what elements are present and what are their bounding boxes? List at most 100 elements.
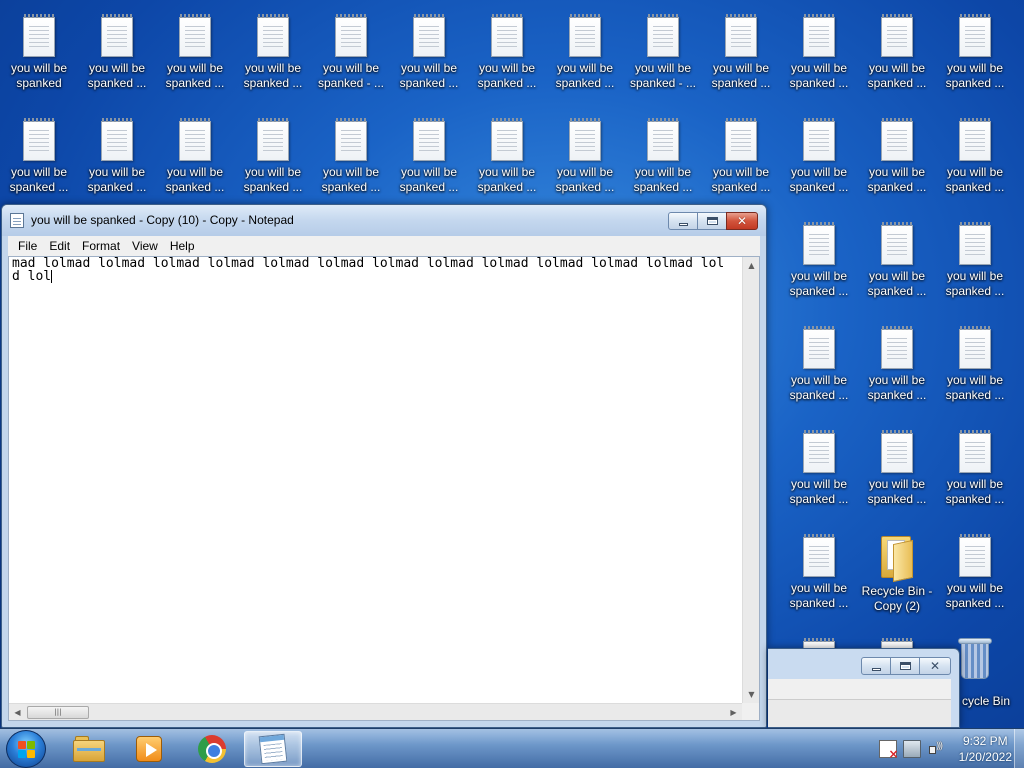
text-file-icon bbox=[413, 14, 445, 57]
start-button[interactable] bbox=[6, 730, 46, 768]
desktop-icon-label: you will be spanked ... bbox=[243, 165, 303, 194]
notepad-icon bbox=[258, 733, 288, 765]
desktop-icon-label: you will be spanked ... bbox=[399, 61, 459, 90]
desktop-icon-file[interactable]: you will be spanked ... bbox=[550, 110, 620, 206]
vertical-scrollbar[interactable]: ▲ ▼ bbox=[742, 257, 759, 703]
clock[interactable]: 9:32 PM 1/20/2022 bbox=[959, 733, 1012, 765]
desktop-icon-file[interactable]: you will be spanked ... bbox=[472, 6, 542, 102]
desktop-icon-file[interactable]: you will be spanked ... bbox=[784, 6, 854, 102]
windows-logo-icon bbox=[18, 741, 36, 759]
desktop-icon-file[interactable]: you will be spanked ... bbox=[472, 110, 542, 206]
desktop-icon-label: you will be spanked ... bbox=[789, 373, 849, 402]
desktop-icon-file[interactable]: you will be spanked ... bbox=[82, 6, 152, 102]
desktop-icon-file[interactable]: you will be spanked ... bbox=[160, 110, 230, 206]
taskbar-notepad-button[interactable] bbox=[244, 731, 302, 767]
desktop-icon-file[interactable]: you will be spanked ... bbox=[940, 6, 1010, 102]
background-window-controls: ✕ bbox=[861, 657, 951, 675]
taskbar: 9:32 PM 1/20/2022 bbox=[0, 728, 1024, 768]
horizontal-scrollbar[interactable]: ◀ ||| ▶ bbox=[9, 703, 742, 720]
menu-bar: File Edit Format View Help bbox=[8, 236, 760, 256]
desktop-icon-file[interactable]: you will be spanked ... bbox=[784, 214, 854, 310]
desktop-icon-file[interactable]: you will be spanked ... bbox=[316, 110, 386, 206]
desktop-icon-file[interactable]: you will be spanked ... bbox=[706, 6, 776, 102]
desktop-icon-file[interactable]: you will be spanked ... bbox=[238, 110, 308, 206]
desktop-icon-recycle-bin-copy[interactable]: Recycle Bin - Copy (2) bbox=[862, 526, 932, 622]
desktop-icon-file[interactable]: you will be spanked ... bbox=[862, 214, 932, 310]
show-desktop-button[interactable] bbox=[1014, 729, 1024, 768]
action-center-flag-icon[interactable] bbox=[878, 740, 899, 761]
menu-view[interactable]: View bbox=[126, 239, 164, 253]
desktop-icon-file[interactable]: you will be spanked ... bbox=[940, 110, 1010, 206]
scroll-up-icon[interactable]: ▲ bbox=[743, 257, 759, 274]
bg-maximize-button[interactable] bbox=[890, 657, 920, 675]
bg-window-content bbox=[768, 699, 951, 727]
desktop-icon-file[interactable]: you will be spanked - ... bbox=[316, 6, 386, 102]
text-file-icon bbox=[881, 118, 913, 161]
text-file-icon bbox=[725, 118, 757, 161]
text-file-icon bbox=[257, 118, 289, 161]
desktop-icon-file[interactable]: you will be spanked ... bbox=[862, 318, 932, 414]
bg-minimize-button[interactable] bbox=[861, 657, 891, 675]
desktop-icon-file[interactable]: you will be spanked ... bbox=[82, 110, 152, 206]
notepad-window[interactable]: you will be spanked - Copy (10) - Copy -… bbox=[1, 204, 767, 728]
desktop-icon-file[interactable]: you will be spanked - ... bbox=[628, 6, 698, 102]
desktop-icon-label: you will be spanked ... bbox=[867, 477, 927, 506]
desktop-icon-file[interactable]: you will be spanked ... bbox=[784, 422, 854, 518]
text-file-icon bbox=[803, 430, 835, 473]
desktop-icon-file[interactable]: you will be spanked ... bbox=[784, 318, 854, 414]
desktop-icon-file[interactable]: you will be spanked ... bbox=[862, 6, 932, 102]
desktop-icon-file[interactable]: you will be spanked ... bbox=[4, 110, 74, 206]
text-file-icon bbox=[23, 14, 55, 57]
minimize-button[interactable] bbox=[668, 212, 698, 230]
text-file-icon bbox=[101, 14, 133, 57]
desktop-icon-label: you will be spanked ... bbox=[555, 165, 615, 194]
menu-file[interactable]: File bbox=[12, 239, 43, 253]
taskbar-media-player-button[interactable] bbox=[120, 731, 178, 767]
maximize-button[interactable] bbox=[697, 212, 727, 230]
background-window[interactable]: ✕ bbox=[768, 648, 960, 728]
desktop-icon-file[interactable]: you will be spanked bbox=[4, 6, 74, 102]
desktop-icon-file[interactable]: you will be spanked ... bbox=[940, 422, 1010, 518]
desktop-icon-file[interactable]: you will be spanked ... bbox=[784, 526, 854, 622]
desktop-icon-label: you will be spanked ... bbox=[867, 61, 927, 90]
scroll-down-icon[interactable]: ▼ bbox=[743, 686, 759, 703]
close-button[interactable]: ✕ bbox=[726, 212, 758, 230]
desktop-icon-file[interactable]: you will be spanked ... bbox=[784, 110, 854, 206]
volume-icon[interactable] bbox=[927, 740, 945, 758]
desktop-icon-file[interactable]: you will be spanked ... bbox=[238, 6, 308, 102]
menu-format[interactable]: Format bbox=[76, 239, 126, 253]
taskbar-chrome-button[interactable] bbox=[183, 731, 241, 767]
editor-line-2: d lol bbox=[12, 270, 741, 283]
taskbar-explorer-button[interactable] bbox=[60, 731, 118, 767]
desktop-icon-file[interactable]: you will be spanked ... bbox=[550, 6, 620, 102]
text-file-icon bbox=[959, 118, 991, 161]
menu-help[interactable]: Help bbox=[164, 239, 201, 253]
desktop-icon-label: you will be spanked ... bbox=[789, 581, 849, 610]
desktop-icon-file[interactable]: you will be spanked ... bbox=[706, 110, 776, 206]
scroll-right-icon[interactable]: ▶ bbox=[725, 704, 742, 720]
desktop-icon-file[interactable]: you will be spanked ... bbox=[160, 6, 230, 102]
bg-close-button[interactable]: ✕ bbox=[919, 657, 951, 675]
desktop-icon-file[interactable]: you will be spanked ... bbox=[628, 110, 698, 206]
text-file-icon bbox=[803, 534, 835, 577]
close-icon: ✕ bbox=[736, 214, 748, 228]
desktop-icon-file[interactable]: you will be spanked ... bbox=[394, 6, 464, 102]
desktop-icon-file[interactable]: you will be spanked ... bbox=[394, 110, 464, 206]
horizontal-scroll-thumb[interactable]: ||| bbox=[27, 706, 89, 719]
desktop-icon-label: you will be spanked ... bbox=[243, 61, 303, 90]
text-file-icon bbox=[179, 118, 211, 161]
text-editor[interactable]: mad lolmad lolmad lolmad lolmad lolmad l… bbox=[8, 256, 760, 721]
text-file-icon bbox=[257, 14, 289, 57]
notepad-app-icon[interactable] bbox=[10, 213, 24, 228]
notepad-titlebar[interactable]: you will be spanked - Copy (10) - Copy -… bbox=[2, 205, 766, 236]
desktop-icon-file[interactable]: you will be spanked ... bbox=[940, 318, 1010, 414]
scroll-left-icon[interactable]: ◀ bbox=[9, 704, 26, 720]
network-icon[interactable] bbox=[902, 740, 921, 758]
desktop-icon-file[interactable]: you will be spanked ... bbox=[862, 110, 932, 206]
menu-edit[interactable]: Edit bbox=[43, 239, 76, 253]
desktop-icon-file[interactable]: you will be spanked ... bbox=[862, 422, 932, 518]
media-player-icon bbox=[136, 736, 162, 762]
desktop-icon-file[interactable]: you will be spanked ... bbox=[940, 526, 1010, 622]
editor-text[interactable]: mad lolmad lolmad lolmad lolmad lolmad l… bbox=[12, 257, 741, 283]
desktop-icon-file[interactable]: you will be spanked ... bbox=[940, 214, 1010, 310]
